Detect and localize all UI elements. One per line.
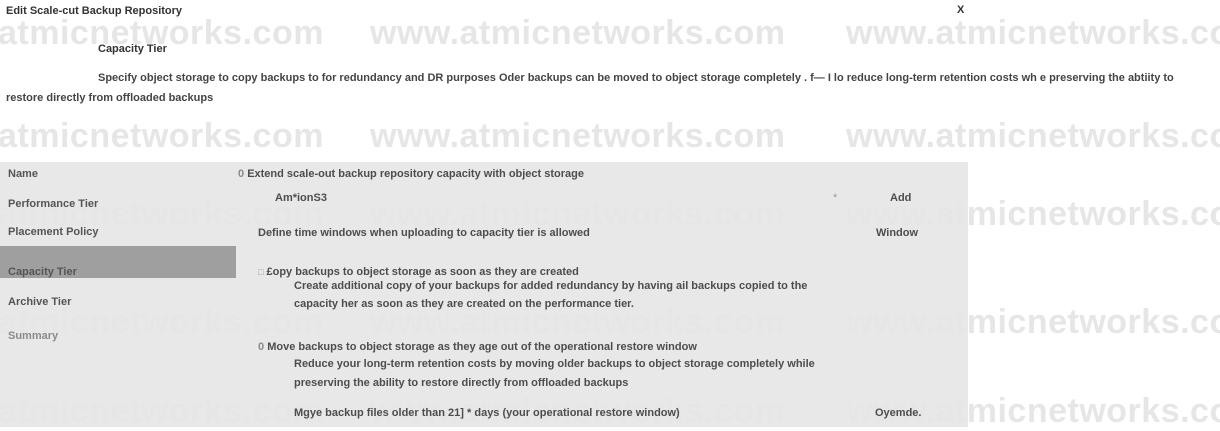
sidebar-item-summary: Summary: [8, 330, 59, 342]
close-button[interactable]: X: [957, 4, 964, 16]
copy-description-line1: Create additional copy of your backups f…: [294, 280, 808, 292]
window-title: Edit Scale-cut Backup Repository: [6, 5, 183, 17]
move-radio[interactable]: 0: [258, 341, 264, 353]
extend-option[interactable]: 0 Extend scale-out backup repository cap…: [238, 168, 584, 180]
sidebar-item-name[interactable]: Name: [8, 168, 38, 180]
override-button[interactable]: Oyemde.: [875, 407, 921, 419]
move-option[interactable]: 0 Move backups to object storage as they…: [258, 341, 697, 353]
watermark: www.atmicnetworks.com: [846, 14, 1220, 52]
age-suffix: * days (your operational restore window): [467, 407, 680, 419]
extend-label: Extend scale-out backup repository capac…: [247, 168, 584, 180]
repository-select[interactable]: Am*ionS3: [275, 180, 327, 216]
copy-label: £opy backups to object storage as soon a…: [266, 266, 579, 278]
sidebar-item-capacity-tier[interactable]: Capacity Tier: [8, 266, 77, 278]
watermark: www.atmicnetworks.com: [370, 117, 786, 155]
page-description: Specify object storage to copy backups t…: [6, 72, 1174, 104]
chevron-down-icon[interactable]: *: [833, 180, 837, 216]
sidebar-item-performance-tier[interactable]: Performance Tier: [8, 198, 98, 210]
age-row: Mgye backup files older than 21] * days …: [294, 407, 680, 419]
move-description-line2: preserving the ability to restore direct…: [294, 377, 629, 389]
window-button[interactable]: Window: [876, 227, 918, 239]
sidebar-item-archive-tier[interactable]: Archive Tier: [8, 296, 71, 308]
page-heading: Capacity Tier: [98, 43, 167, 55]
move-label: Move backups to object storage as they a…: [267, 341, 697, 353]
copy-option[interactable]: □ £opy backups to object storage as soon…: [258, 266, 579, 278]
copy-checkbox[interactable]: □: [258, 267, 263, 277]
watermark: atmicnetworks.com: [0, 117, 324, 155]
watermark: www.atmicnetworks.com: [370, 14, 786, 52]
move-description-line1: Reduce your long-term retention costs by…: [294, 358, 815, 370]
days-stepper[interactable]: 21]: [448, 407, 464, 419]
watermark: www.atmicnetworks.com: [846, 117, 1220, 155]
age-prefix: Mgye backup files older than: [294, 407, 445, 419]
extend-radio[interactable]: 0: [238, 168, 244, 180]
sidebar-item-placement-policy[interactable]: Placement Policy: [8, 226, 99, 238]
time-windows-label: Define time windows when uploading to ca…: [258, 227, 590, 239]
add-button[interactable]: Add: [890, 180, 911, 216]
copy-description-line2: capacity her as soon as they are created…: [294, 298, 634, 310]
